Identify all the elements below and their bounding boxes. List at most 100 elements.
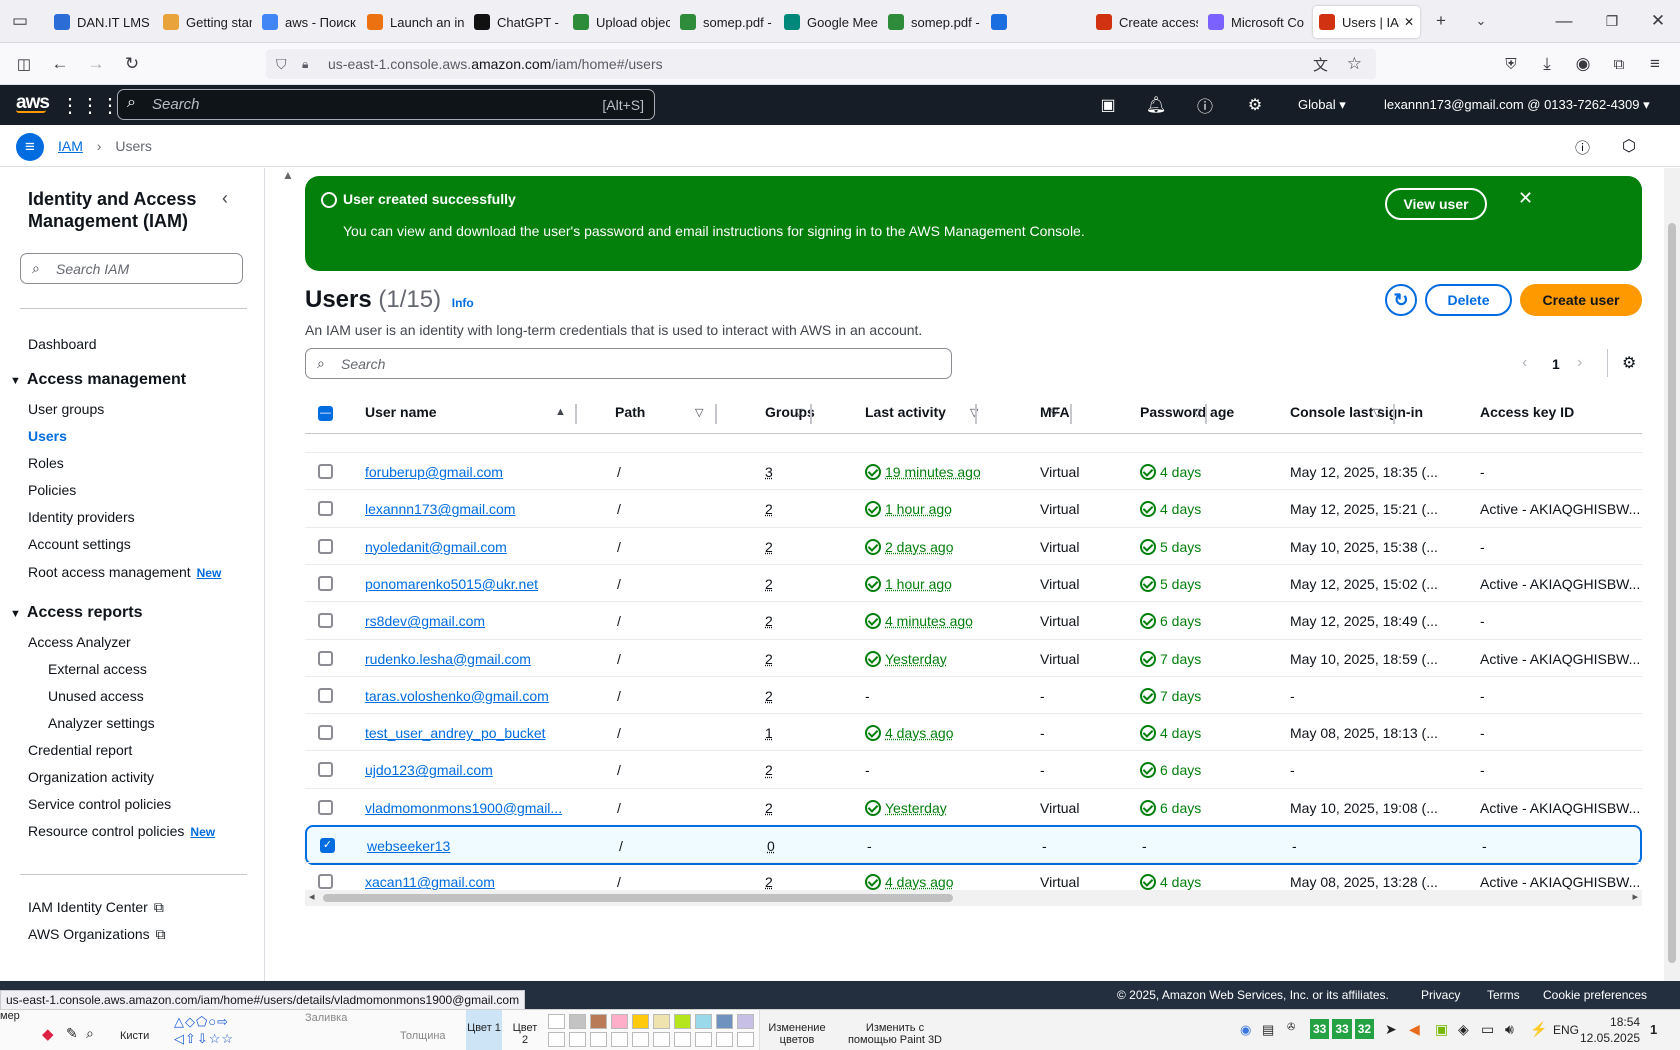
sidebar-item-policies[interactable]: Policies: [28, 482, 76, 498]
downloads-icon[interactable]: ⤓: [1533, 50, 1561, 78]
browser-tab[interactable]: DAN.IT LMS: [48, 6, 152, 38]
back-icon[interactable]: ←: [46, 50, 74, 78]
user-groups-count[interactable]: 2: [765, 762, 773, 778]
palette-swatch[interactable]: [737, 1014, 754, 1029]
help-icon[interactable]: ⓘ: [1193, 93, 1217, 117]
browser-tab[interactable]: somep.pdf -: [674, 6, 774, 38]
table-preferences-gear-icon[interactable]: ⚙: [1622, 353, 1636, 373]
user-groups-count[interactable]: 1: [765, 725, 773, 741]
breadcrumb-iam[interactable]: IAM: [58, 138, 83, 154]
aws-logo[interactable]: aws: [16, 92, 50, 113]
volume-icon[interactable]: 🔊︎: [1505, 1021, 1514, 1038]
region-selector[interactable]: Global ▾: [1298, 97, 1346, 113]
column-header[interactable]: Password age: [1140, 404, 1234, 420]
browser-tab[interactable]: Users | IAM ✕: [1313, 6, 1420, 38]
row-checkbox[interactable]: [318, 538, 333, 554]
tray-eng-icon[interactable]: ✇: [1287, 1022, 1295, 1033]
color2-label[interactable]: Цвет 2: [510, 1022, 540, 1046]
new-tab-icon[interactable]: +: [1427, 7, 1455, 35]
account-icon[interactable]: ◉: [1569, 50, 1597, 78]
row-checkbox[interactable]: [318, 501, 333, 517]
palette-swatch[interactable]: [653, 1014, 670, 1029]
refresh-icon[interactable]: ↻: [1385, 284, 1417, 316]
tray-counter[interactable]: 32: [1354, 1019, 1375, 1039]
row-checkbox[interactable]: ✓: [320, 838, 335, 853]
user-groups-count[interactable]: 2: [765, 688, 773, 704]
user-name-link[interactable]: webseeker13: [367, 838, 450, 854]
prev-page-icon[interactable]: ‹: [1522, 354, 1527, 372]
user-name-link[interactable]: lexannn173@gmail.com: [365, 501, 515, 517]
row-checkbox[interactable]: [318, 650, 333, 666]
palette-swatch[interactable]: [695, 1014, 712, 1029]
palette-swatch[interactable]: [716, 1014, 733, 1029]
user-name-link[interactable]: ponomarenko5015@ukr.net: [365, 576, 538, 592]
paint3d-label[interactable]: Изменить с помощью Paint 3D: [840, 1022, 950, 1046]
sidebar-item-roles[interactable]: Roles: [28, 455, 64, 471]
reload-icon[interactable]: ↻: [118, 50, 146, 78]
row-checkbox[interactable]: [318, 687, 333, 703]
menu-icon[interactable]: ≡: [1641, 50, 1669, 78]
user-name-link[interactable]: rs8dev@gmail.com: [365, 613, 485, 629]
notifications-bell-icon[interactable]: 🔔︎: [1144, 93, 1168, 117]
brushes-label[interactable]: Кисти: [120, 1030, 149, 1042]
sidebar-item-users[interactable]: Users: [28, 428, 67, 444]
row-checkbox[interactable]: [318, 725, 333, 741]
user-groups-count[interactable]: 2: [765, 501, 773, 517]
page-number[interactable]: 1: [1552, 356, 1560, 372]
tray-counter[interactable]: 33: [1310, 1019, 1330, 1039]
forward-icon[interactable]: →: [82, 50, 110, 78]
minimize-icon[interactable]: —: [1550, 7, 1578, 35]
sidebar-item-identity-providers[interactable]: Identity providers: [28, 509, 135, 525]
sidebar-toggle-icon[interactable]: ◫: [10, 50, 38, 78]
palette-swatch[interactable]: [590, 1032, 607, 1047]
aws-search-input[interactable]: ⌕ Search [Alt+S]: [117, 89, 655, 120]
sidebar-section-access-management[interactable]: ▼ Access management: [10, 371, 186, 389]
user-name-link[interactable]: vladmomonmons1900@gmail...: [365, 800, 562, 816]
user-name-link[interactable]: test_user_andrey_po_bucket: [365, 725, 546, 741]
tab-overview-icon[interactable]: ▭: [6, 7, 34, 35]
sidebar-item-analyzer[interactable]: Unused access: [48, 688, 144, 704]
sort-icon[interactable]: ▽: [1050, 406, 1058, 419]
column-header[interactable]: User name: [365, 404, 437, 420]
user-name-link[interactable]: foruberup@gmail.com: [365, 464, 503, 480]
dismiss-close-icon[interactable]: ✕: [1518, 188, 1533, 209]
sidebar-search-input[interactable]: ⌕ Search IAM: [20, 253, 243, 284]
network-icon[interactable]: ▭: [1481, 1021, 1494, 1038]
clock[interactable]: 18:54 12.05.2025: [1580, 1014, 1640, 1046]
column-resizer[interactable]: [575, 404, 577, 424]
select-all-checkbox[interactable]: —: [318, 406, 333, 421]
sidebar-item-account-settings[interactable]: Account settings: [28, 536, 131, 552]
settings-gear-icon[interactable]: ⚙: [1243, 93, 1267, 117]
sidebar-external-link[interactable]: IAM Identity Center ⧉: [28, 899, 164, 916]
column-header[interactable]: Last activity: [865, 404, 946, 420]
nvidia-icon[interactable]: ▣: [1435, 1021, 1448, 1038]
tray-printer-icon[interactable]: ▤: [1262, 1022, 1274, 1038]
sidebar-item-user-groups[interactable]: User groups: [28, 401, 104, 417]
user-groups-count[interactable]: 2: [765, 800, 773, 816]
cloudshell-icon[interactable]: ▣: [1096, 93, 1120, 117]
footer-cookie-link[interactable]: Cookie preferences: [1543, 988, 1647, 1002]
close-window-icon[interactable]: ✕: [1644, 7, 1672, 35]
browser-tab[interactable]: somep.pdf -: [882, 6, 981, 38]
column-header[interactable]: Access key ID: [1480, 404, 1574, 420]
sidebar-section-access-reports[interactable]: ▼ Access reports: [10, 604, 143, 622]
user-groups-count[interactable]: 3: [765, 464, 773, 480]
user-groups-count[interactable]: 2: [765, 539, 773, 555]
row-checkbox[interactable]: [318, 762, 333, 778]
sidebar-item-report[interactable]: Organization activity: [28, 769, 154, 785]
activity-link[interactable]: 19 minutes ago: [885, 464, 981, 480]
user-name-link[interactable]: ujdo123@gmail.com: [365, 762, 493, 778]
app-icon[interactable]: ◀: [1409, 1021, 1420, 1038]
users-search-input[interactable]: ⌕ Search: [305, 348, 952, 379]
tab-close-icon[interactable]: ✕: [1404, 15, 1414, 29]
color1-label[interactable]: Цвет 1: [466, 1010, 502, 1050]
sidebar-item-dashboard[interactable]: Dashboard: [28, 336, 97, 352]
collapse-sidebar-icon[interactable]: ‹: [222, 188, 228, 209]
browser-tab[interactable]: Google Meet: [778, 6, 878, 38]
activity-link[interactable]: 4 days ago: [885, 725, 954, 741]
edit-colors-label[interactable]: Изменение цветов: [762, 1022, 832, 1046]
activity-link[interactable]: Yesterday: [885, 651, 947, 667]
palette-swatch[interactable]: [569, 1032, 586, 1047]
row-checkbox[interactable]: [318, 575, 333, 591]
palette-swatch[interactable]: [737, 1032, 754, 1047]
